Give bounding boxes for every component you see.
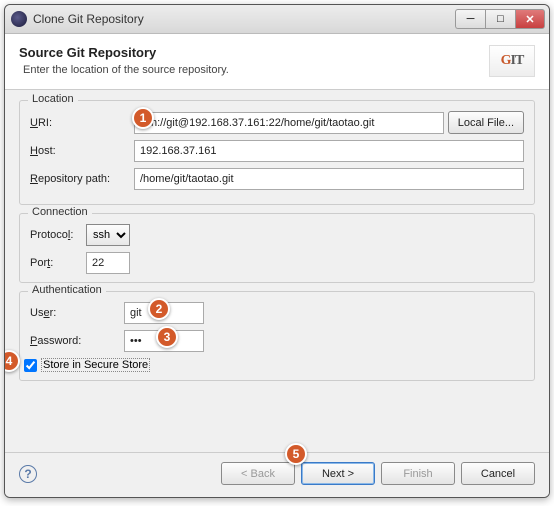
maximize-button[interactable]: □ bbox=[485, 9, 515, 29]
minimize-button[interactable]: ─ bbox=[455, 9, 485, 29]
connection-group-label: Connection bbox=[28, 206, 92, 218]
local-file-button[interactable]: Local File... bbox=[448, 111, 524, 134]
host-input[interactable] bbox=[134, 140, 524, 162]
back-button[interactable]: < Back bbox=[221, 462, 295, 485]
page-title: Source Git Repository bbox=[19, 45, 489, 60]
dialog-window: Clone Git Repository ─ □ ✕ Source Git Re… bbox=[4, 4, 550, 498]
protocol-label: Protocol: bbox=[30, 229, 82, 241]
protocol-select[interactable]: ssh bbox=[86, 224, 130, 246]
help-icon[interactable]: ? bbox=[19, 465, 37, 483]
auth-group: Authentication User: Password: Store in … bbox=[19, 291, 535, 381]
window-buttons: ─ □ ✕ bbox=[455, 9, 545, 29]
port-label: Port: bbox=[30, 257, 82, 269]
port-input[interactable] bbox=[86, 252, 130, 274]
repo-path-label: Repository path: bbox=[30, 173, 130, 185]
footer: ? < Back Next > Finish Cancel 5 bbox=[5, 452, 549, 497]
close-button[interactable]: ✕ bbox=[515, 9, 545, 29]
host-label: Host: bbox=[30, 145, 130, 157]
connection-group: Connection Protocol: ssh Port: bbox=[19, 213, 535, 283]
repo-path-input[interactable] bbox=[134, 168, 524, 190]
page-subtitle: Enter the location of the source reposit… bbox=[23, 64, 489, 76]
user-input[interactable] bbox=[124, 302, 204, 324]
eclipse-icon bbox=[11, 11, 27, 27]
location-group: Location URI: Local File... Host: Reposi… bbox=[19, 100, 535, 205]
user-label: User: bbox=[30, 307, 120, 319]
location-group-label: Location bbox=[28, 93, 78, 105]
auth-group-label: Authentication bbox=[28, 284, 106, 296]
header-panel: Source Git Repository Enter the location… bbox=[5, 34, 549, 90]
cancel-button[interactable]: Cancel bbox=[461, 462, 535, 485]
body-panel: Location URI: Local File... Host: Reposi… bbox=[5, 90, 549, 452]
git-logo-icon: GIT bbox=[489, 45, 535, 77]
next-button[interactable]: Next > bbox=[301, 462, 375, 485]
uri-label: URI: bbox=[30, 117, 130, 129]
password-label: Password: bbox=[30, 335, 120, 347]
finish-button[interactable]: Finish bbox=[381, 462, 455, 485]
store-secure-label: Store in Secure Store bbox=[41, 358, 150, 372]
window-title: Clone Git Repository bbox=[33, 12, 455, 26]
callout-4: 4 bbox=[5, 350, 20, 372]
store-secure-checkbox[interactable] bbox=[24, 359, 37, 372]
password-input[interactable] bbox=[124, 330, 204, 352]
titlebar[interactable]: Clone Git Repository ─ □ ✕ bbox=[5, 5, 549, 34]
uri-input[interactable] bbox=[134, 112, 444, 134]
